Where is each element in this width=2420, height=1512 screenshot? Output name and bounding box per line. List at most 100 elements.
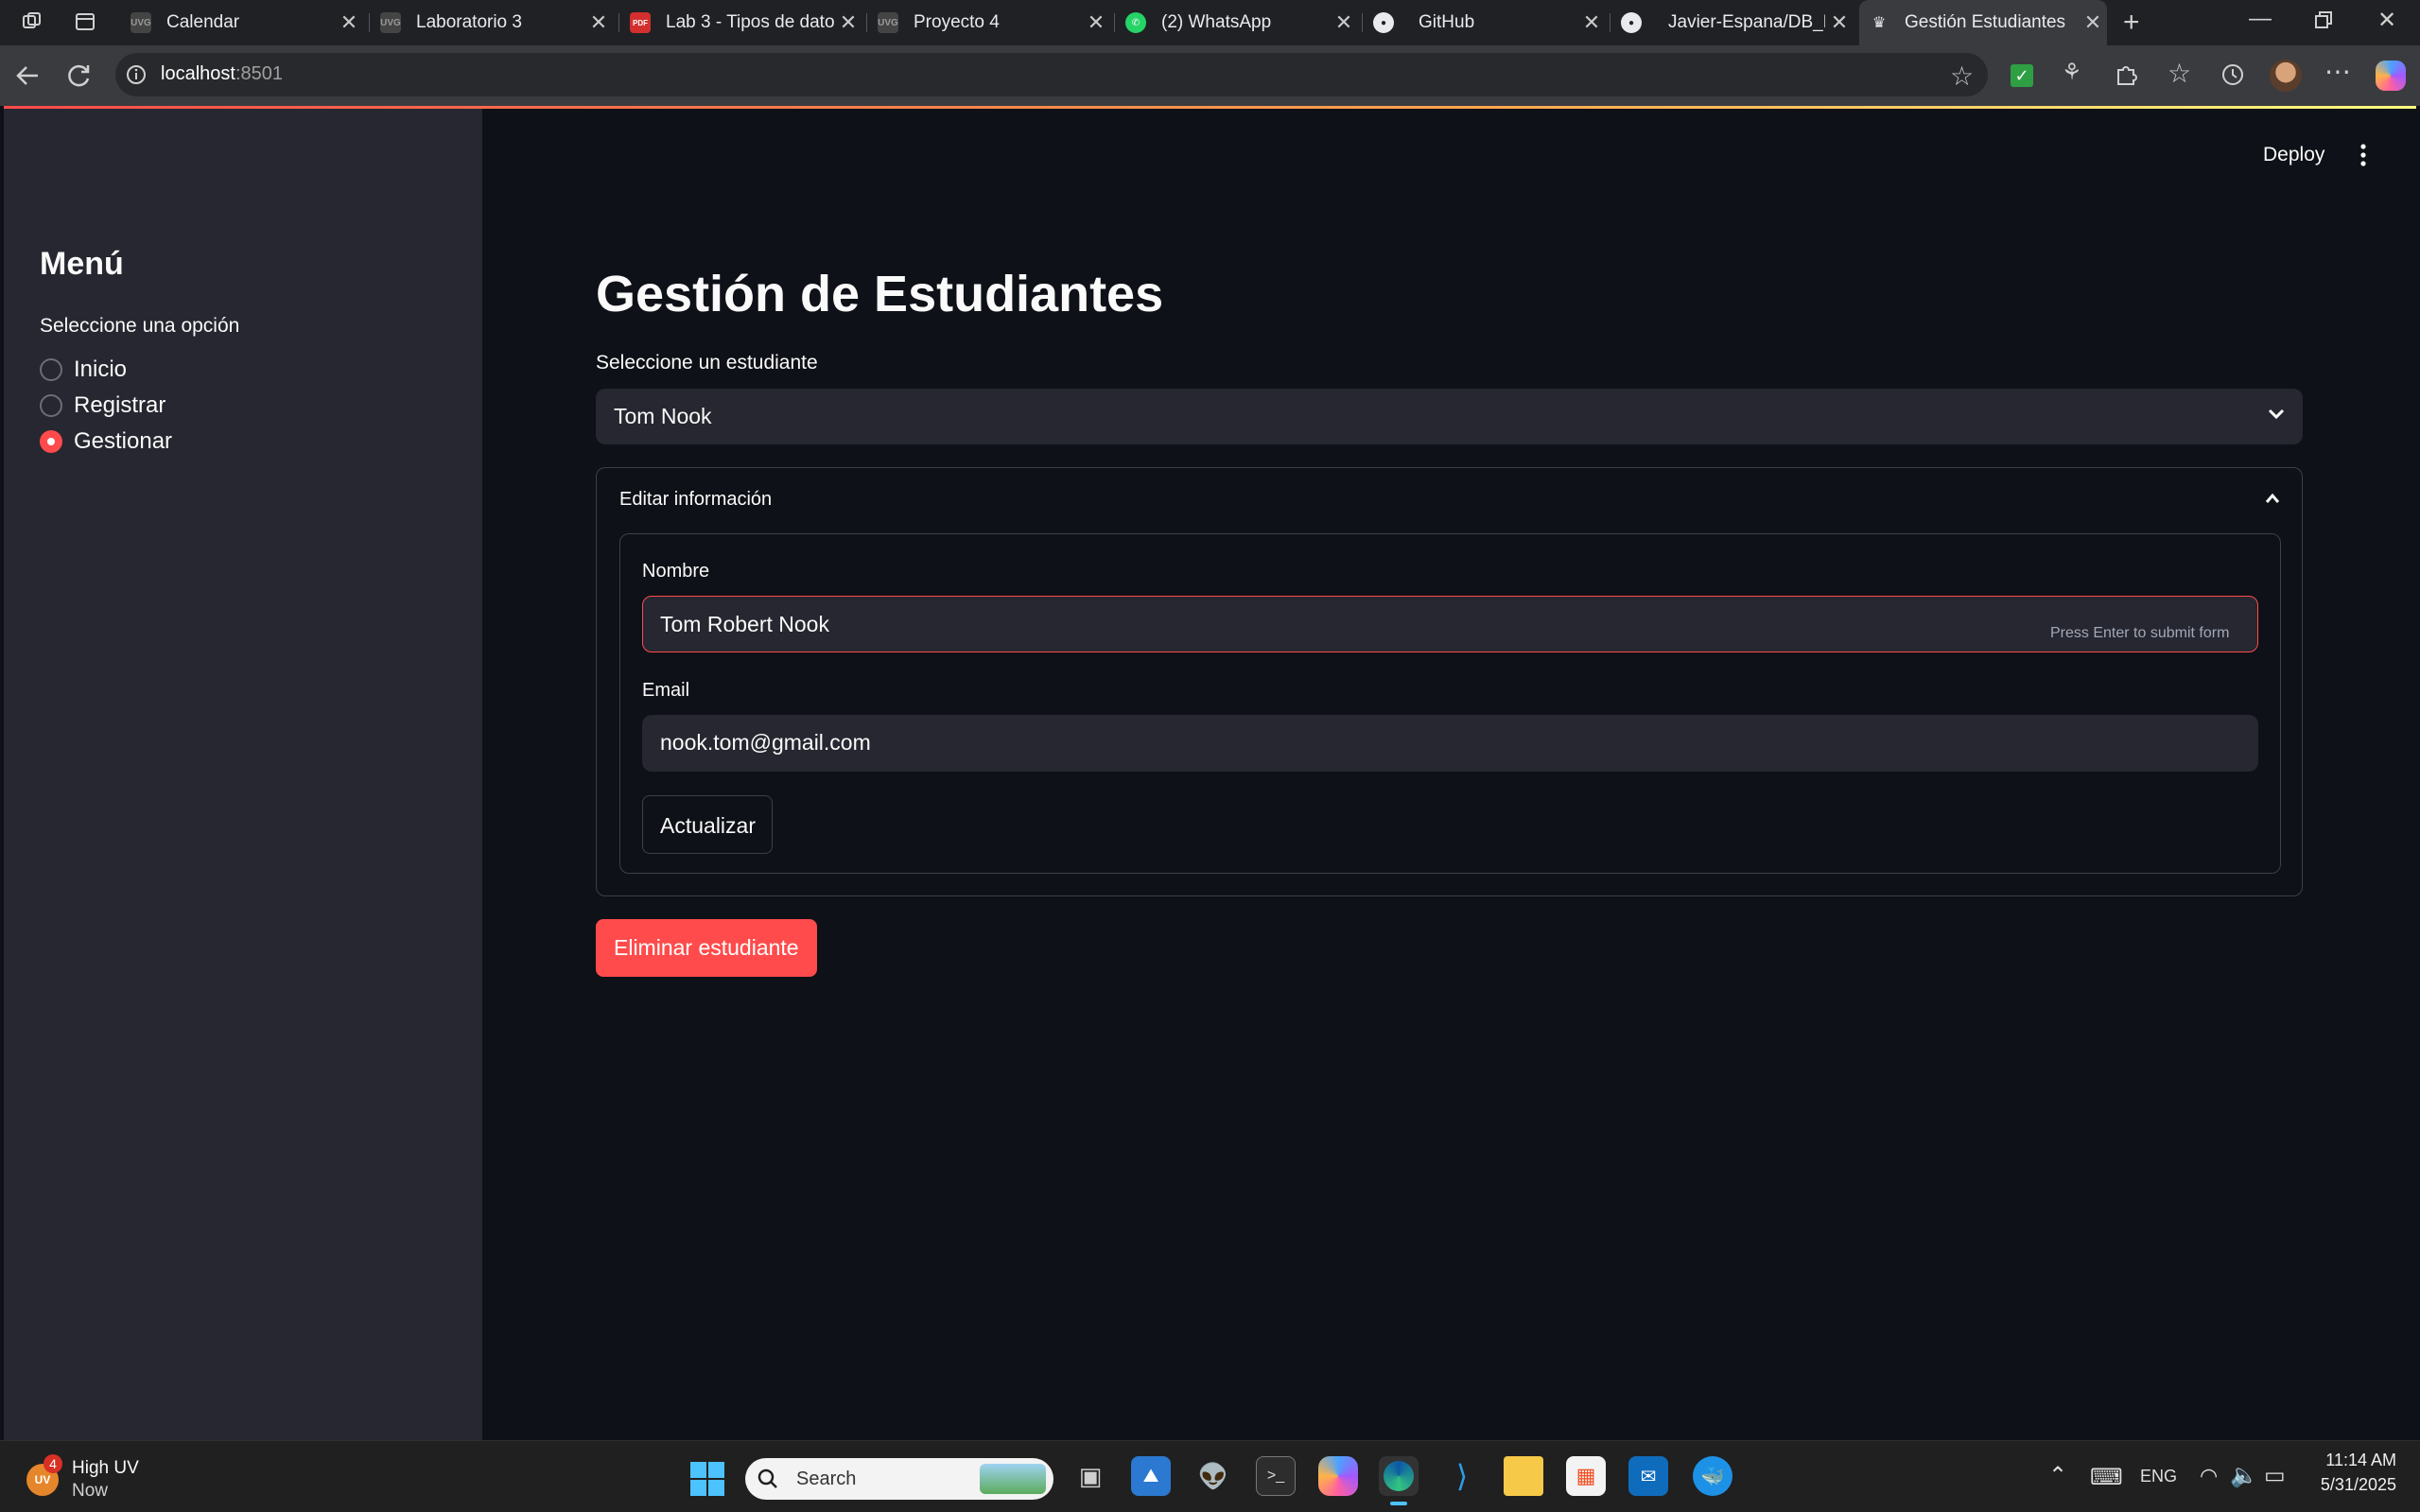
weather-widget[interactable]: UV 4 High UV Now — [25, 1454, 166, 1501]
main-menu-icon[interactable] — [2359, 143, 2368, 172]
nombre-value: Tom Robert Nook — [660, 612, 829, 636]
start-windows-icon[interactable] — [690, 1462, 724, 1501]
github-icon: ● — [1621, 12, 1642, 33]
browser-tab-github[interactable]: ● GitHub ✕ — [1364, 0, 1606, 45]
windows-taskbar: UV 4 High UV Now Search ▣ ⛰ 👽 >_ ⟩ ▦ ✉ 🐳… — [0, 1440, 2420, 1512]
favorite-star-icon[interactable]: ☆ — [1950, 61, 1974, 92]
tab-title: GitHub — [1419, 12, 1475, 32]
uvg-favicon-icon: UVG — [380, 12, 401, 33]
workspaces-icon[interactable] — [21, 10, 44, 37]
back-icon[interactable] — [13, 61, 42, 94]
history-icon[interactable] — [2220, 61, 2246, 92]
update-button-label: Actualizar — [660, 813, 756, 838]
taskbar-search[interactable]: Search — [745, 1458, 1053, 1500]
student-select[interactable]: Tom Nook — [596, 389, 2303, 444]
page-title: Gestión de Estudiantes — [596, 266, 1164, 322]
task-view-icon[interactable]: ▣ — [1071, 1456, 1110, 1496]
volume-icon[interactable]: 🔈 — [2230, 1462, 2258, 1489]
radio-group-label: Seleccione una opción — [40, 315, 240, 337]
wifi-icon[interactable]: ◠ — [2200, 1464, 2218, 1488]
uvg-favicon-icon: UVG — [878, 12, 898, 33]
expander-label: Editar información — [619, 489, 773, 510]
address-bar[interactable]: localhost:8501 ☆ — [115, 53, 1988, 96]
copilot-taskbar-icon[interactable] — [1318, 1456, 1358, 1496]
weather-subtitle: Now — [72, 1481, 109, 1501]
browser-tab-github-repo[interactable]: ● Javier-Espana/DB_LAB ✕ — [1611, 0, 1854, 45]
tab-title: Proyecto 4 — [914, 12, 1000, 32]
expander-header[interactable]: Editar información — [597, 468, 2302, 532]
new-tab-icon[interactable]: + — [2123, 9, 2140, 37]
search-icon — [757, 1468, 779, 1495]
delete-button-label: Eliminar estudiante — [614, 935, 799, 960]
radio-option-label: Inicio — [74, 356, 128, 382]
browser-tab-laboratorio[interactable]: UVG Laboratorio 3 ✕ — [371, 0, 613, 45]
favorites-icon[interactable]: ☆ — [2168, 61, 2191, 87]
close-tab-icon[interactable]: ✕ — [335, 10, 363, 35]
keyboard-icon[interactable]: ⌨ — [2090, 1464, 2123, 1491]
tab-title: Lab 3 - Tipos de dato — [666, 12, 834, 32]
site-info-icon[interactable] — [125, 63, 148, 91]
extension-check-icon[interactable]: ✓ — [2011, 64, 2033, 87]
radio-option-registrar[interactable]: Registrar — [40, 391, 323, 421]
browser-tab-gestion-active[interactable]: ♛ Gestión Estudiantes ✕ — [1859, 0, 2107, 45]
clock-date[interactable]: 5/31/2025 — [2313, 1475, 2396, 1495]
browser-tab-lab3-pdf[interactable]: PDF Lab 3 - Tipos de dato ✕ — [620, 0, 862, 45]
close-tab-icon[interactable]: ✕ — [2079, 10, 2107, 35]
radio-option-gestionar[interactable]: Gestionar — [40, 426, 323, 457]
docker-icon[interactable]: 🐳 — [1693, 1456, 1732, 1496]
language-indicator[interactable]: ENG — [2140, 1467, 2177, 1486]
nombre-label: Nombre — [642, 561, 710, 582]
outlook-icon[interactable]: ✉ — [1628, 1456, 1668, 1496]
restore-icon[interactable] — [2313, 9, 2334, 34]
photos-icon[interactable]: ⛰ — [1131, 1456, 1171, 1496]
notification-badge: 4 — [44, 1454, 62, 1473]
browser-tab-proyecto[interactable]: UVG Proyecto 4 ✕ — [868, 0, 1110, 45]
delete-student-button[interactable]: Eliminar estudiante — [596, 919, 817, 977]
close-tab-icon[interactable]: ✕ — [1330, 10, 1358, 35]
email-label: Email — [642, 680, 690, 701]
pdf-favicon-icon: PDF — [630, 12, 651, 33]
clock-time[interactable]: 11:14 AM — [2321, 1451, 2396, 1470]
close-tab-icon[interactable]: ✕ — [834, 10, 862, 35]
main-content: Deploy Gestión de Estudiantes Seleccione… — [482, 109, 2416, 1440]
alienware-icon[interactable]: 👽 — [1193, 1456, 1233, 1496]
search-highlight-image — [980, 1464, 1046, 1494]
submit-hint: Press Enter to submit form — [2050, 625, 2230, 641]
microsoft-store-icon[interactable]: ▦ — [1566, 1456, 1606, 1496]
extensions-puzzle-icon[interactable] — [2114, 61, 2140, 92]
tab-title: Calendar — [166, 12, 240, 32]
crown-icon: ♛ — [1872, 15, 1887, 31]
browser-tab-whatsapp[interactable]: ✆ (2) WhatsApp ✕ — [1116, 0, 1358, 45]
browser-tab-calendar[interactable]: UVG Calendar ✕ — [121, 0, 363, 45]
copilot-icon[interactable] — [2376, 61, 2406, 91]
radio-option-inicio[interactable]: Inicio — [40, 355, 323, 385]
update-button[interactable]: Actualizar — [642, 795, 773, 854]
nombre-input[interactable]: Tom Robert Nook Press Enter to submit fo… — [642, 596, 2258, 652]
edge-browser-icon[interactable] — [1379, 1456, 1419, 1496]
close-window-icon[interactable]: ✕ — [2377, 9, 2396, 32]
close-tab-icon[interactable]: ✕ — [1577, 10, 1606, 35]
terminal-icon[interactable]: >_ — [1256, 1456, 1296, 1496]
deploy-button[interactable]: Deploy — [2263, 144, 2324, 166]
refresh-icon[interactable] — [64, 61, 93, 94]
battery-icon[interactable]: ▭ — [2264, 1462, 2286, 1489]
email-input[interactable]: nook.tom@gmail.com — [642, 715, 2258, 772]
minimize-icon[interactable]: — — [2249, 8, 2272, 30]
radio-button[interactable] — [40, 394, 62, 417]
selected-student: Tom Nook — [614, 404, 712, 428]
extension-icon[interactable]: ⚘ — [2062, 61, 2082, 84]
profile-avatar[interactable] — [2270, 60, 2302, 92]
close-tab-icon[interactable]: ✕ — [1825, 10, 1854, 35]
close-tab-icon[interactable]: ✕ — [1082, 10, 1110, 35]
browser-tab-strip: UVG Calendar ✕ UVG Laboratorio 3 ✕ PDF L… — [0, 0, 2420, 45]
search-placeholder: Search — [796, 1469, 857, 1489]
tab-actions-icon[interactable] — [74, 10, 96, 37]
tab-title: Laboratorio 3 — [416, 12, 522, 32]
radio-button-selected[interactable] — [40, 430, 62, 453]
vscode-icon[interactable]: ⟩ — [1442, 1456, 1482, 1496]
close-tab-icon[interactable]: ✕ — [584, 10, 613, 35]
show-hidden-icons-icon[interactable]: ⌃ — [2048, 1462, 2067, 1489]
file-explorer-icon[interactable] — [1504, 1456, 1543, 1496]
more-options-icon[interactable]: ⋯ — [2324, 59, 2351, 85]
radio-button[interactable] — [40, 358, 62, 381]
